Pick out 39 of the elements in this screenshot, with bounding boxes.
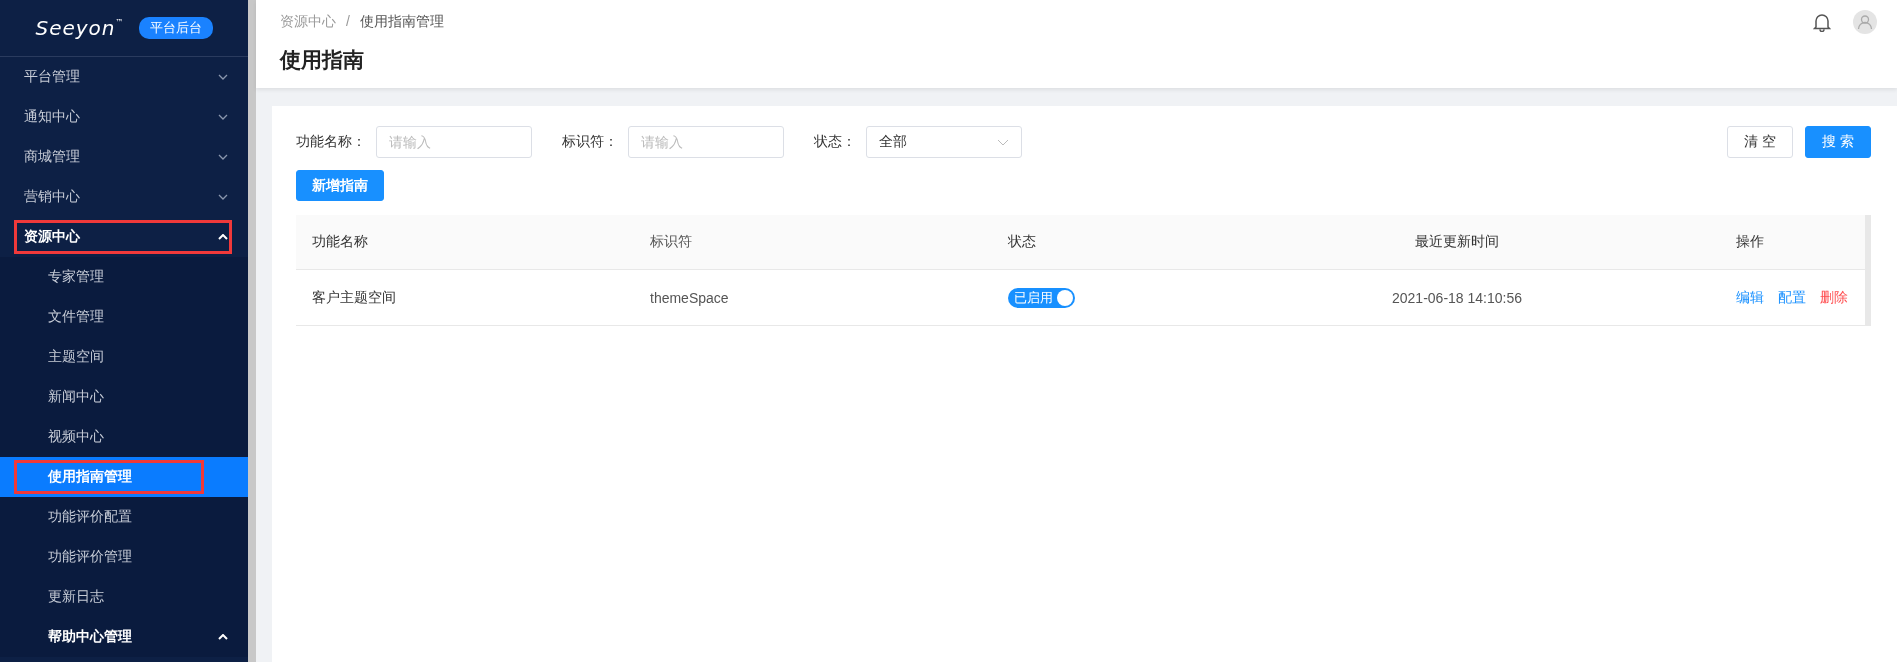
sidebar-item[interactable]: 视频中心 <box>0 417 248 457</box>
field-label: 功能名称： <box>296 133 366 151</box>
table-cell-text: 客户主题空间 <box>311 288 397 307</box>
sidebar-item[interactable]: 资源中心 <box>0 217 248 257</box>
sidebar-item[interactable]: 平台管理 <box>0 57 248 97</box>
sidebar-item[interactable]: 主题空间 <box>0 337 248 377</box>
sidebar-item[interactable]: 使用指南管理 <box>0 457 248 497</box>
sidebar-item[interactable]: 帮助中心管理 <box>0 617 248 657</box>
table-cell-text: themeSpace <box>649 289 730 306</box>
scrollbar[interactable] <box>248 0 256 662</box>
column-header: 功能名称 <box>311 233 369 251</box>
sidebar-item[interactable]: 功能评价管理 <box>0 537 248 577</box>
field-label: 状态： <box>814 133 856 151</box>
sidebar-item[interactable]: 文件管理 <box>0 297 248 337</box>
breadcrumb-separator: / <box>346 13 350 31</box>
input-field[interactable]: 请输入 <box>376 126 532 158</box>
sidebar-item[interactable]: 更新日志 <box>0 577 248 617</box>
notification-bell-icon[interactable] <box>1813 12 1831 32</box>
sidebar-item[interactable]: 功能评价配置 <box>0 497 248 537</box>
logo-text: Seeyon™ <box>35 16 125 40</box>
sidebar-item[interactable]: 通知中心 <box>0 97 248 137</box>
sidebar-item[interactable]: 专家管理 <box>0 257 248 297</box>
sidebar-item[interactable]: 营销中心 <box>0 177 248 217</box>
chevron-down-icon <box>997 138 1009 146</box>
sidebar-item[interactable]: 新闻中心 <box>0 377 248 417</box>
page-title: 使用指南 <box>280 47 365 73</box>
input-field[interactable]: 请输入 <box>628 126 784 158</box>
status-select[interactable]: 全部 <box>866 126 1022 158</box>
column-header: 标识符 <box>649 233 693 251</box>
sidebar-item[interactable]: 商城管理 <box>0 137 248 177</box>
column-header: 状态 <box>1007 233 1037 251</box>
clear-button[interactable]: 清 空 <box>1727 126 1794 158</box>
breadcrumb-item: 使用指南管理 <box>359 13 444 31</box>
platform-badge: 平台后台 <box>138 17 213 39</box>
avatar-icon[interactable] <box>1853 10 1877 34</box>
column-header: 操作 <box>1735 233 1765 251</box>
table-cell-text: 2021-06-18 14:10:56 <box>1391 289 1523 306</box>
field-label: 标识符： <box>562 133 618 151</box>
column-header: 最近更新时间 <box>1414 233 1500 251</box>
